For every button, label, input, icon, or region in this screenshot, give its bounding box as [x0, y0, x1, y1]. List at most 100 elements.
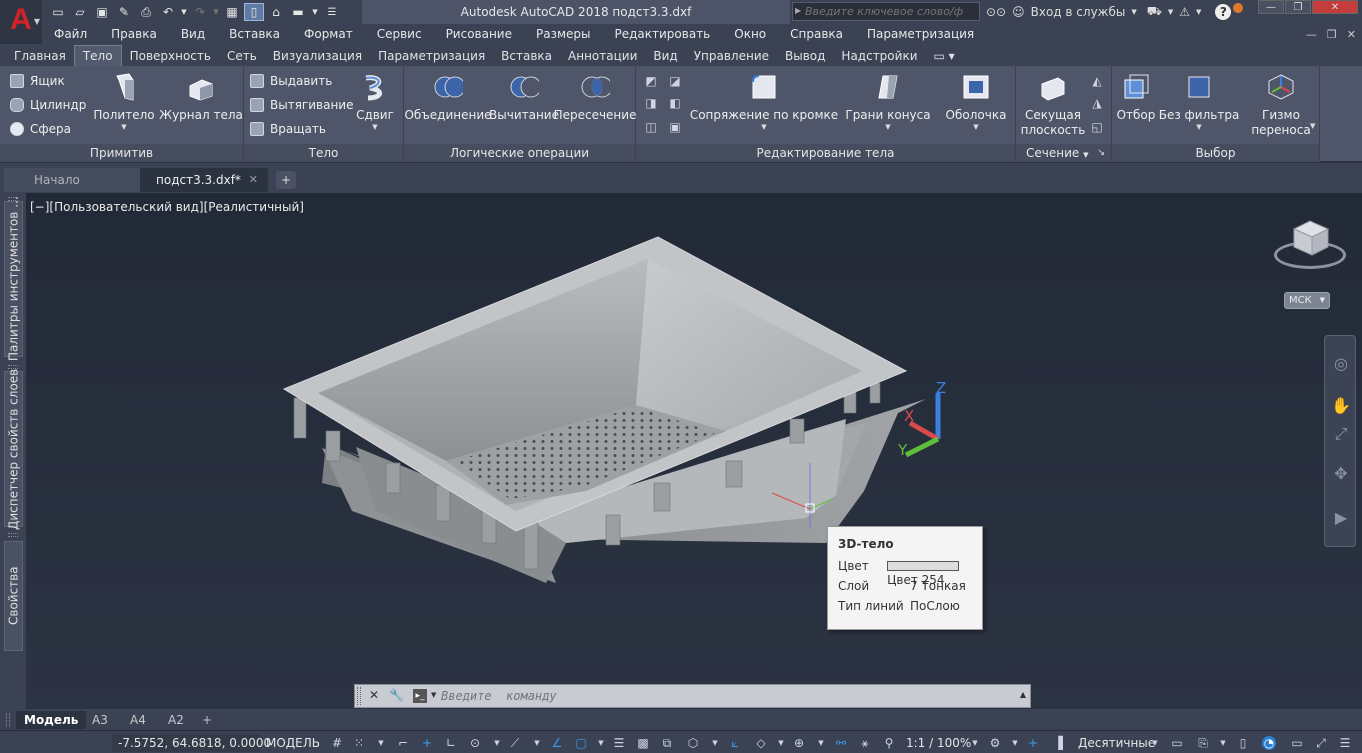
minimize-button[interactable]: — — [1258, 0, 1284, 14]
annotation-scale-icon[interactable]: ⚲ — [882, 736, 896, 750]
zoom-extents-icon[interactable]: ⤢ — [1331, 424, 1351, 444]
ribbon-tab[interactable]: Главная — [6, 46, 74, 66]
polysolid-dropdown-icon[interactable]: ▼ — [121, 123, 126, 131]
menu-item[interactable]: Формат — [292, 24, 365, 44]
interfere-icon[interactable]: ◪ — [668, 74, 682, 88]
panel-section-title[interactable]: Сечение ▼ ↘ — [1016, 144, 1111, 162]
search-input[interactable] — [793, 5, 963, 18]
generate-section-icon[interactable]: ◱ — [1090, 120, 1104, 134]
command-input[interactable] — [441, 687, 1001, 705]
units-selector[interactable]: Десятичные — [1078, 734, 1155, 752]
culling-button[interactable]: Отбор — [1116, 68, 1156, 123]
plot-icon[interactable]: ⎙ — [136, 3, 156, 21]
polar-dropdown-icon[interactable]: ▼ — [490, 736, 504, 750]
menu-item[interactable]: Правка — [99, 24, 169, 44]
close-command-line-icon[interactable]: ✕ — [369, 688, 379, 702]
save-as-icon[interactable]: ✎ — [114, 3, 134, 21]
annotation-visibility-icon[interactable]: ⚯ — [834, 736, 848, 750]
customization-menu-icon[interactable]: ☰ — [1338, 736, 1352, 750]
polar-tracking-icon[interactable]: ⊙ — [468, 736, 482, 750]
a360-icon[interactable]: ⚠ — [1179, 5, 1190, 19]
taper-faces-dropdown-icon[interactable]: ▼ — [885, 123, 890, 131]
layout-tab-a4[interactable]: A4 — [122, 711, 154, 729]
search-box[interactable]: ▶ — [792, 2, 980, 21]
workspace-dropdown-icon[interactable]: ▼ — [1008, 736, 1022, 750]
scale-dropdown-icon[interactable]: ▼ — [968, 736, 982, 750]
hardware-acceleration-icon[interactable]: ◔ — [1262, 736, 1276, 750]
ribbon-tab[interactable]: Сеть — [219, 46, 265, 66]
cart-dropdown-icon[interactable]: ▼ — [1168, 8, 1173, 16]
command-history-toggle-icon[interactable]: ▲ — [1020, 690, 1026, 699]
ribbon-minimize-icon[interactable]: ▭ ▾ — [926, 46, 963, 66]
imprint-icon[interactable]: ◨ — [644, 96, 658, 110]
units-dropdown-icon[interactable]: ▼ — [1148, 736, 1162, 750]
3d-osnap-icon[interactable]: ⬡ — [686, 736, 700, 750]
intersect-button[interactable]: Пересечение — [554, 68, 636, 123]
menu-item[interactable]: Окно — [722, 24, 778, 44]
fillet-edge-button[interactable]: Сопряжение по кромке ▼ — [690, 68, 838, 131]
box-button[interactable]: Ящик — [10, 74, 65, 88]
layout-tab-model[interactable]: Модель — [16, 711, 87, 729]
add-jog-icon[interactable]: ◮ — [1090, 96, 1104, 110]
menu-item[interactable]: Сервис — [365, 24, 434, 44]
menu-item[interactable]: Размеры — [524, 24, 603, 44]
doc-tab-drawing[interactable]: подст3.3.dxf* ✕ — [140, 168, 268, 192]
section-launcher-icon[interactable]: ↘ — [1097, 144, 1105, 162]
snap-icon[interactable]: ⁙ — [352, 736, 366, 750]
qat-dropdown-icon[interactable]: ▼ — [310, 3, 320, 21]
undo-icon[interactable]: ↶ — [158, 3, 178, 21]
ribbon-tab[interactable]: Поверхность — [122, 46, 219, 66]
shell-button[interactable]: Оболочка ▼ — [938, 68, 1014, 131]
menu-item[interactable]: Рисование — [434, 24, 524, 44]
annotation-monitor-icon[interactable]: + — [1026, 736, 1040, 750]
section-plane-button[interactable]: Секущая плоскость — [1020, 68, 1086, 138]
workspace-switch-icon[interactable]: ⌂ — [266, 3, 286, 21]
model-space-button[interactable]: МОДЕЛЬ — [266, 734, 320, 752]
polysolid-button[interactable]: Политело ▼ — [93, 68, 155, 131]
sphere-button[interactable]: Сфера — [10, 122, 71, 136]
slice-icon[interactable]: ◩ — [644, 74, 658, 88]
search-expand-icon[interactable]: ▶ — [795, 6, 801, 15]
gizmo-status-icon[interactable]: ⊕ — [792, 736, 806, 750]
drawing-viewport[interactable]: [−][Пользовательский вид][Реалистичный] — [26, 193, 1362, 709]
cart-icon[interactable]: ⛟ — [1147, 4, 1162, 20]
loft-button[interactable]: Вытягивание — [250, 98, 353, 112]
notification-icon[interactable] — [1233, 3, 1244, 13]
dynamic-ucs-icon[interactable]: ⟀ — [728, 736, 742, 750]
ribbon-tab[interactable]: Управление — [686, 46, 777, 66]
coordinates-readout[interactable]: -7.5752, 64.6818, 0.0000 — [112, 734, 271, 752]
live-section-icon[interactable]: ◭ — [1090, 74, 1104, 88]
osnap-dropdown-icon[interactable]: ▼ — [594, 736, 608, 750]
steering-wheel-icon[interactable]: ◎ — [1331, 354, 1351, 374]
restore-button[interactable]: ❐ — [1285, 0, 1311, 14]
gizmo-button[interactable]: Гизмо переноса — [1248, 68, 1314, 138]
signin-dropdown-icon[interactable]: ▼ — [1131, 8, 1136, 16]
palette-grip-3[interactable] — [8, 533, 18, 537]
menu-item[interactable]: Файл — [42, 24, 99, 44]
menu-item[interactable]: Вставка — [217, 24, 292, 44]
open-folder-icon[interactable]: ▱ — [70, 3, 90, 21]
pan-icon[interactable]: ✋ — [1331, 396, 1351, 416]
command-line-grip[interactable] — [357, 687, 361, 705]
app-menu-button[interactable]: A ▼ — [0, 0, 42, 40]
user-icon[interactable]: ☺ — [1012, 5, 1025, 19]
showmotion-icon[interactable]: ▶ — [1331, 508, 1351, 528]
close-tab-icon[interactable]: ✕ — [249, 168, 258, 192]
new-tab-button[interactable]: + — [276, 171, 296, 189]
no-filter-button[interactable]: Без фильтра ▼ — [1159, 68, 1239, 131]
match-properties-icon[interactable]: ▦ — [222, 3, 242, 21]
ribbon-tab[interactable]: Надстройки — [833, 46, 925, 66]
lock-ui-dropdown-icon[interactable]: ▼ — [1216, 736, 1230, 750]
3d-osnap-dropdown-icon[interactable]: ▼ — [708, 736, 722, 750]
gizmo-status-dropdown-icon[interactable]: ▼ — [814, 736, 828, 750]
extrude-button[interactable]: Выдавить — [250, 74, 332, 88]
binoculars-icon[interactable]: ⊙⊙ — [986, 5, 1006, 19]
a360-dropdown-icon[interactable]: ▼ — [1196, 8, 1201, 16]
layer-icon[interactable]: ▬ — [288, 3, 308, 21]
sweep-dropdown-icon[interactable]: ▼ — [372, 123, 377, 131]
ortho-icon[interactable]: ∟ — [444, 736, 458, 750]
menu-item[interactable]: Вид — [169, 24, 217, 44]
no-filter-dropdown-icon[interactable]: ▼ — [1196, 123, 1201, 131]
offset-edge-icon[interactable]: ▣ — [668, 120, 682, 134]
annotation-scale[interactable]: 1:1 / 100% — [906, 734, 971, 752]
